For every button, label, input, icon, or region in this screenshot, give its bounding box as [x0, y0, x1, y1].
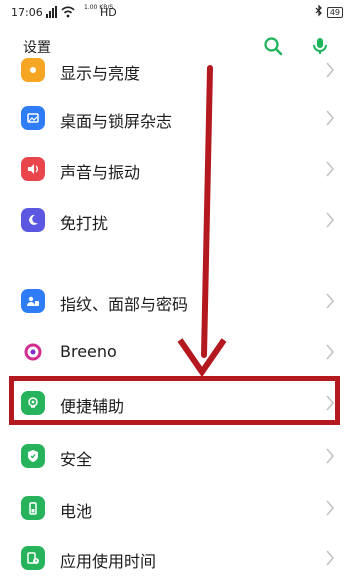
settings-header-overlay: 设置 [0, 28, 353, 64]
status-bar: 17:06 1.00 KB/S HD 49 [0, 0, 353, 28]
chevron-right-icon [326, 212, 335, 228]
settings-item-security[interactable]: 安全 [0, 434, 353, 478]
status-time: 17:06 [11, 6, 43, 19]
settings-item-fingerprint[interactable]: 指纹、面部与密码 [0, 279, 353, 323]
battery-level: 49 [326, 7, 343, 18]
chevron-right-icon [326, 550, 335, 566]
chevron-right-icon [326, 500, 335, 516]
signal-wifi-icon [46, 6, 82, 21]
settings-item-label: 桌面与锁屏杂志 [60, 112, 173, 131]
wallpaper-icon [21, 106, 45, 130]
fingerprint-icon [21, 289, 45, 313]
hourglass-icon [21, 546, 45, 570]
microphone-icon[interactable] [310, 36, 330, 56]
settings-item-app-usage-time[interactable]: 应用使用时间 [0, 536, 353, 580]
battery-icon [21, 496, 45, 520]
settings-item-label: 应用使用时间 [60, 552, 157, 571]
shield-icon [21, 444, 45, 468]
settings-item-label: 安全 [60, 450, 93, 469]
settings-item-sound[interactable]: 声音与振动 [0, 147, 353, 191]
search-icon[interactable] [263, 36, 283, 56]
settings-item-do-not-disturb[interactable]: 免打扰 [0, 198, 353, 242]
breeno-icon [21, 340, 45, 364]
chevron-right-icon [326, 293, 335, 309]
sound-icon [21, 157, 45, 181]
annotation-highlight-box [9, 376, 340, 425]
chevron-right-icon [326, 161, 335, 177]
page-title-overlay: 设置 [23, 40, 51, 56]
settings-item-label: 指纹、面部与密码 [60, 295, 189, 314]
settings-item-label: 免打扰 [60, 214, 109, 233]
moon-icon [21, 208, 45, 232]
settings-item-label: 电池 [60, 502, 93, 521]
settings-item-wallpaper[interactable]: 桌面与锁屏杂志 [0, 96, 353, 140]
settings-item-battery[interactable]: 电池 [0, 486, 353, 530]
chevron-right-icon [326, 448, 335, 464]
settings-item-label: 声音与振动 [60, 163, 141, 182]
settings-item-breeno[interactable]: Breeno [0, 330, 353, 374]
settings-item-label: Breeno [60, 342, 117, 361]
chevron-right-icon [326, 110, 335, 126]
bluetooth-icon [315, 4, 323, 20]
chevron-right-icon [326, 344, 335, 360]
network-type: HD [100, 6, 117, 19]
